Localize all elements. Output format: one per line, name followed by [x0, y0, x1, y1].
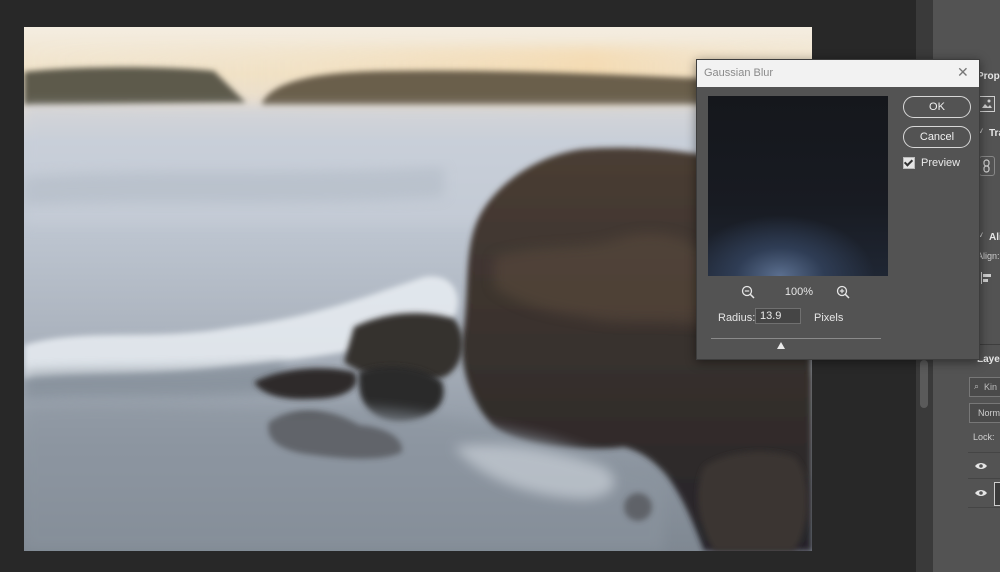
layers-tab[interactable]: Layer [977, 354, 1000, 365]
align-left-icon[interactable] [981, 271, 993, 284]
blend-mode-dropdown[interactable]: Norm [969, 403, 1000, 423]
zoom-out-icon[interactable] [740, 284, 756, 300]
align-label: Align: [977, 251, 1000, 261]
radius-label: Radius: [718, 312, 756, 324]
eye-icon[interactable] [975, 462, 987, 470]
transform-section-title: Tra [989, 128, 1000, 139]
layers-filter-kind: Kin [984, 382, 998, 392]
link-icon[interactable] [979, 156, 995, 176]
properties-tab[interactable]: Prope [977, 71, 1000, 82]
image-icon[interactable] [979, 96, 995, 112]
eye-icon[interactable] [975, 489, 987, 497]
zoom-percentage: 100% [784, 286, 814, 298]
lock-label: Lock: [973, 432, 995, 442]
link-icon-glyph [983, 159, 990, 173]
image-canvas[interactable] [24, 27, 812, 551]
preview-label: Preview [921, 157, 961, 169]
ok-button[interactable]: OK [903, 96, 971, 118]
zoom-in-icon[interactable] [835, 284, 851, 300]
radius-slider-thumb[interactable] [777, 342, 785, 349]
blend-mode-value: Norm [978, 408, 1000, 418]
blurred-seascape-photo [24, 47, 812, 551]
dialog-titlebar[interactable]: Gaussian Blur ✕ [697, 60, 979, 87]
preview-zoom-controls: 100% [708, 284, 888, 300]
blur-preview-window[interactable] [708, 96, 888, 276]
layer-row[interactable] [968, 478, 1000, 508]
layer-row[interactable] [968, 452, 1000, 479]
cancel-button[interactable]: Cancel [903, 126, 971, 148]
align-section-title: Ali [989, 232, 1000, 243]
layers-search-input[interactable]: ⌕ Kin [969, 377, 1000, 397]
gaussian-blur-dialog: Gaussian Blur ✕ OK Cancel Preview 100% R… [696, 59, 980, 360]
preview-checkbox[interactable] [903, 157, 915, 169]
radius-slider-track[interactable] [711, 338, 881, 339]
close-icon[interactable]: ✕ [957, 64, 969, 80]
image-icon-glyph [982, 99, 992, 108]
preview-toggle[interactable]: Preview [903, 157, 960, 169]
layer-thumbnail[interactable] [994, 482, 1000, 506]
search-icon: ⌕ [974, 381, 980, 391]
scrollbar-thumb[interactable] [920, 360, 928, 408]
radius-input[interactable]: 13.9 [755, 308, 801, 324]
dialog-title: Gaussian Blur [704, 67, 774, 79]
align-left-icon-glyph [981, 272, 991, 284]
radius-unit-label: Pixels [814, 312, 844, 324]
